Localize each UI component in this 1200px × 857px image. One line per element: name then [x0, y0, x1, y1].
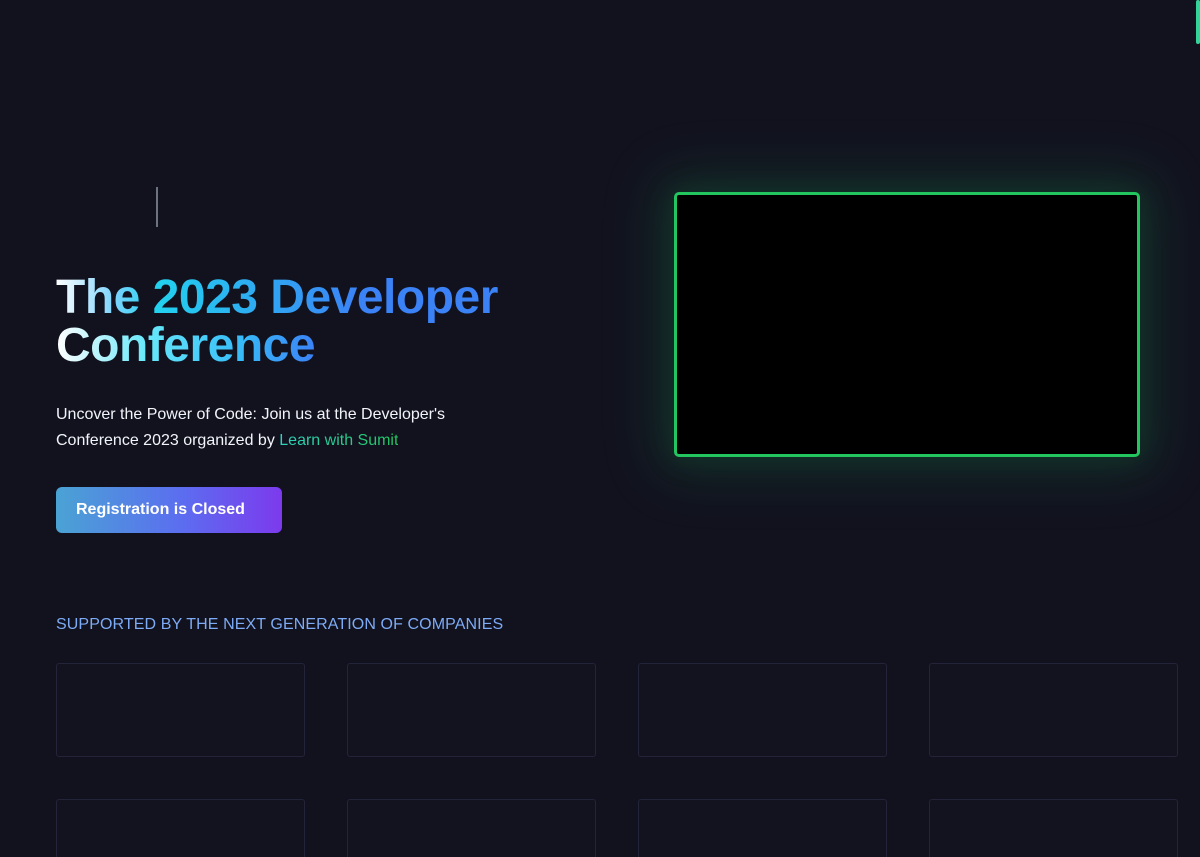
sponsor-card — [347, 799, 596, 857]
learn-with-sumit-link[interactable]: Learn with Sumit — [279, 432, 398, 449]
sponsors-heading: SUPPORTED BY THE NEXT GENERATION OF COMP… — [56, 616, 504, 633]
scroll-indicator[interactable] — [1196, 0, 1200, 44]
video-player[interactable] — [674, 192, 1140, 457]
sponsor-card — [638, 663, 887, 757]
hero-title-prefix: The — [56, 271, 153, 324]
sponsor-card — [929, 799, 1178, 857]
hero-title: The 2023 Developer Conference — [56, 274, 616, 370]
sponsor-card — [56, 799, 305, 857]
hero-title-highlight: 2023 Developer — [152, 271, 499, 324]
sponsor-card — [638, 799, 887, 857]
sponsor-card — [929, 663, 1178, 757]
hero-title-suffix: Conference — [56, 319, 316, 372]
sponsor-card — [347, 663, 596, 757]
logo-divider — [156, 187, 158, 227]
hero-description: Uncover the Power of Code: Join us at th… — [56, 402, 496, 454]
sponsor-card — [56, 663, 305, 757]
registration-button[interactable]: Registration is Closed — [56, 487, 282, 533]
landing-page: The 2023 Developer Conference Uncover the… — [0, 0, 1200, 857]
